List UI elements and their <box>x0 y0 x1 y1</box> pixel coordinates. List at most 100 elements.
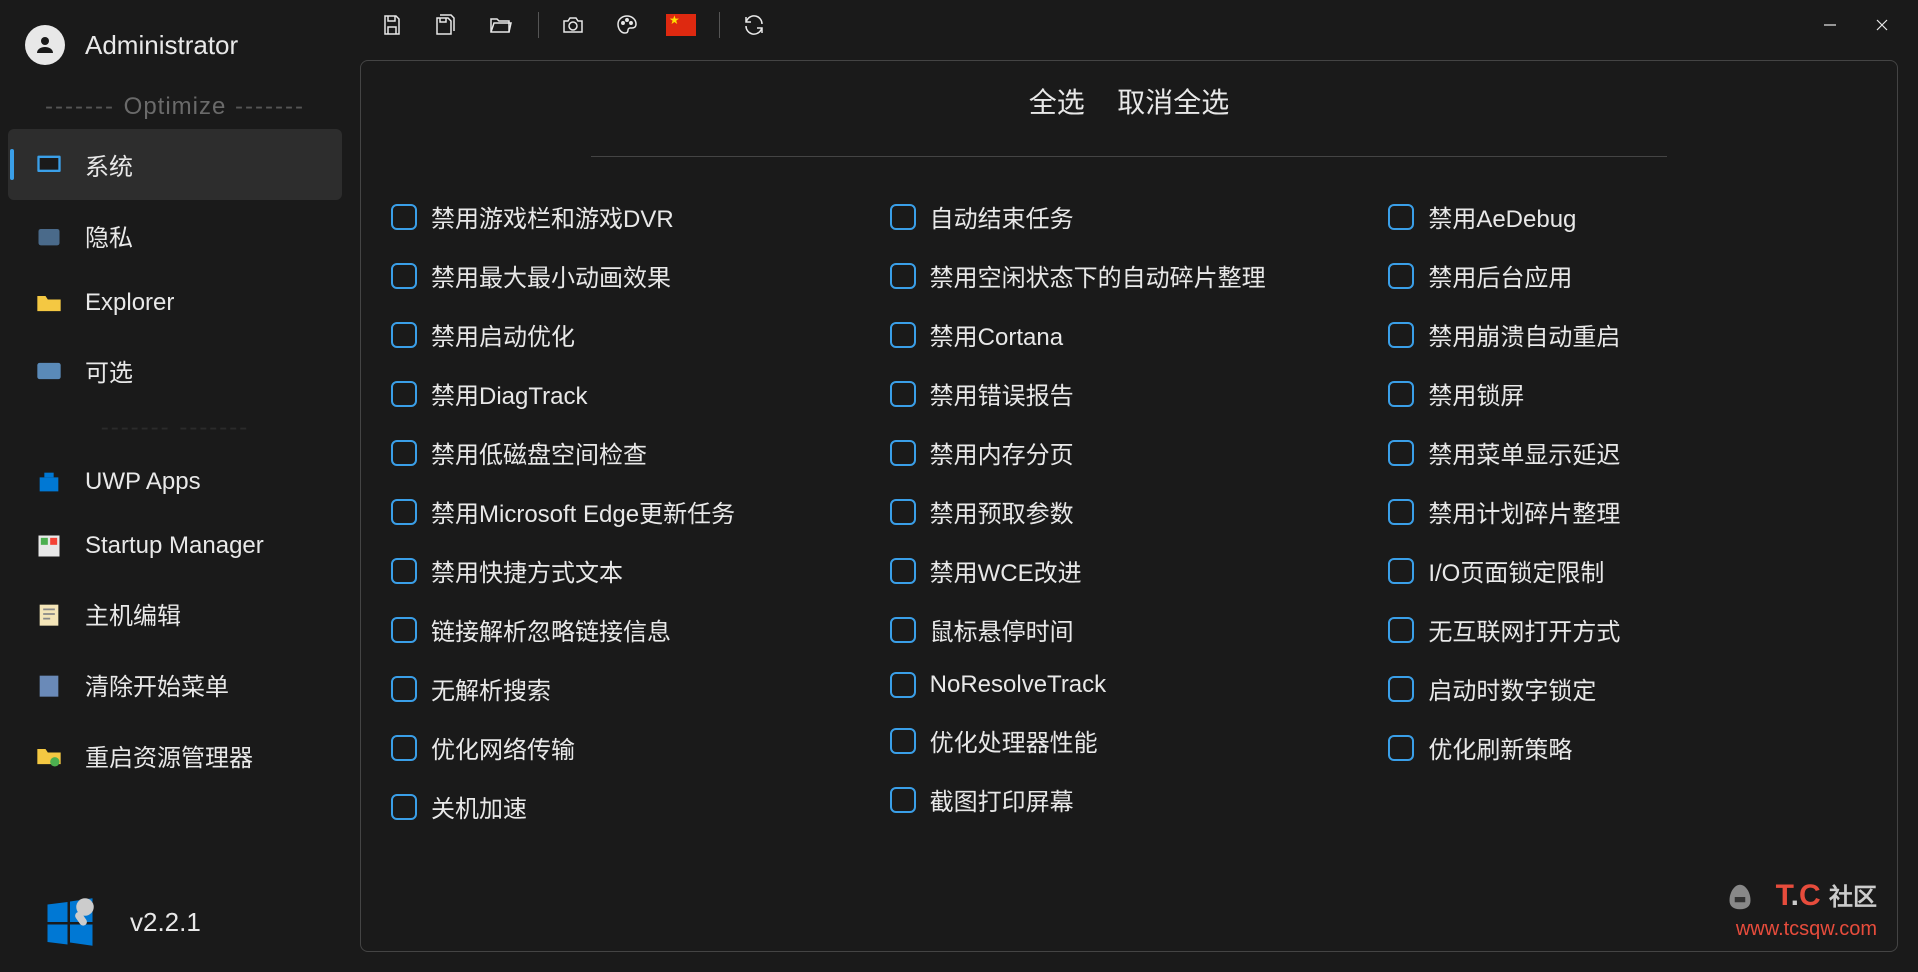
option-disable-low-disk-check[interactable]: 禁用低磁盘空间检查 <box>391 423 870 482</box>
nav-item-privacy[interactable]: 隐私 <box>0 200 350 271</box>
checkbox[interactable] <box>890 787 916 813</box>
option-disable-minmax-anim[interactable]: 禁用最大最小动画效果 <box>391 246 870 305</box>
nav-item-uwp-apps[interactable]: UWP Apps <box>0 450 350 514</box>
option-auto-end-tasks[interactable]: 自动结束任务 <box>890 187 1369 246</box>
option-numlock-on-boot[interactable]: 启动时数字锁定 <box>1388 659 1867 718</box>
save-button[interactable] <box>370 3 414 47</box>
option-optimize-refresh[interactable]: 优化刷新策略 <box>1388 718 1867 777</box>
checkbox[interactable] <box>391 735 417 761</box>
option-label: NoResolveTrack <box>930 671 1107 699</box>
checkbox[interactable] <box>391 322 417 348</box>
option-optimize-processor[interactable]: 优化处理器性能 <box>890 711 1369 770</box>
checkbox[interactable] <box>1388 676 1414 702</box>
option-disable-prefetch[interactable]: 禁用预取参数 <box>890 482 1369 541</box>
nav-item-system[interactable]: 系统 <box>8 129 342 200</box>
option-disable-boot-opt[interactable]: 禁用启动优化 <box>391 305 870 364</box>
checkbox[interactable] <box>890 204 916 230</box>
checkbox[interactable] <box>1388 558 1414 584</box>
checkbox[interactable] <box>1388 440 1414 466</box>
nav-label: 清除开始菜单 <box>85 667 229 702</box>
checkbox[interactable] <box>1388 381 1414 407</box>
option-disable-aedebug[interactable]: 禁用AeDebug <box>1388 187 1867 246</box>
nav-item-explorer[interactable]: Explorer <box>0 271 350 335</box>
language-button[interactable] <box>659 3 703 47</box>
option-disable-diagtrack[interactable]: 禁用DiagTrack <box>391 364 870 423</box>
option-disable-background-apps[interactable]: 禁用后台应用 <box>1388 246 1867 305</box>
option-disable-error-report[interactable]: 禁用错误报告 <box>890 364 1369 423</box>
checkbox[interactable] <box>1388 735 1414 761</box>
checkbox[interactable] <box>890 617 916 643</box>
select-all-button[interactable]: 全选 <box>1029 87 1085 118</box>
checkbox[interactable] <box>890 440 916 466</box>
option-label: 禁用错误报告 <box>930 376 1074 411</box>
option-label: 禁用Microsoft Edge更新任务 <box>431 494 735 529</box>
checkbox[interactable] <box>1388 617 1414 643</box>
checkbox[interactable] <box>890 728 916 754</box>
option-link-resolve-ignore[interactable]: 链接解析忽略链接信息 <box>391 600 870 659</box>
minimize-button[interactable] <box>1804 3 1856 47</box>
nav-item-optional[interactable]: 可选 <box>0 335 350 406</box>
option-disable-crash-restart[interactable]: 禁用崩溃自动重启 <box>1388 305 1867 364</box>
nav-item-restart-explorer[interactable]: 重启资源管理器 <box>0 720 350 791</box>
option-disable-menu-delay[interactable]: 禁用菜单显示延迟 <box>1388 423 1867 482</box>
edit-icon <box>35 600 63 628</box>
open-button[interactable] <box>478 3 522 47</box>
option-disable-paging[interactable]: 禁用内存分页 <box>890 423 1369 482</box>
checkbox[interactable] <box>890 499 916 525</box>
window-controls <box>1804 3 1908 47</box>
option-label: 禁用锁屏 <box>1428 376 1524 411</box>
watermark-c: C <box>1799 879 1821 912</box>
checkbox[interactable] <box>391 617 417 643</box>
save-all-button[interactable] <box>424 3 468 47</box>
option-disable-shortcut-text[interactable]: 禁用快捷方式文本 <box>391 541 870 600</box>
option-label: 禁用预取参数 <box>930 494 1074 529</box>
option-disable-edge-update[interactable]: 禁用Microsoft Edge更新任务 <box>391 482 870 541</box>
option-no-resolve-search[interactable]: 无解析搜索 <box>391 659 870 718</box>
checkbox[interactable] <box>890 558 916 584</box>
close-button[interactable] <box>1856 3 1908 47</box>
checkbox[interactable] <box>391 499 417 525</box>
option-screenshot-printscreen[interactable]: 截图打印屏幕 <box>890 770 1369 829</box>
refresh-button[interactable] <box>732 3 776 47</box>
option-label: 禁用计划碎片整理 <box>1428 494 1620 529</box>
option-mouse-hover-time[interactable]: 鼠标悬停时间 <box>890 600 1369 659</box>
nav-list-optimize: 系统 隐私 Explorer 可选 <box>0 129 350 406</box>
helmet-icon <box>1719 876 1761 918</box>
option-label: 禁用菜单显示延迟 <box>1428 435 1620 470</box>
option-io-page-lock-limit[interactable]: I/O页面锁定限制 <box>1388 541 1867 600</box>
checkbox[interactable] <box>391 381 417 407</box>
options-column-3: 禁用AeDebug 禁用后台应用 禁用崩溃自动重启 禁用锁屏 禁用菜单显示延迟 … <box>1388 187 1867 836</box>
nav-item-startup-manager[interactable]: Startup Manager <box>0 514 350 578</box>
checkbox[interactable] <box>391 204 417 230</box>
theme-button[interactable] <box>605 3 649 47</box>
option-disable-wce[interactable]: 禁用WCE改进 <box>890 541 1369 600</box>
nav-item-clear-start[interactable]: 清除开始菜单 <box>0 649 350 720</box>
checkbox[interactable] <box>391 676 417 702</box>
checkbox[interactable] <box>391 558 417 584</box>
option-disable-lockscreen[interactable]: 禁用锁屏 <box>1388 364 1867 423</box>
option-disable-game-bar[interactable]: 禁用游戏栏和游戏DVR <box>391 187 870 246</box>
checkbox[interactable] <box>1388 499 1414 525</box>
checkbox[interactable] <box>391 440 417 466</box>
checkbox[interactable] <box>1388 322 1414 348</box>
checkbox[interactable] <box>391 794 417 820</box>
option-disable-cortana[interactable]: 禁用Cortana <box>890 305 1369 364</box>
option-disable-idle-defrag[interactable]: 禁用空闲状态下的自动碎片整理 <box>890 246 1369 305</box>
screenshot-button[interactable] <box>551 3 595 47</box>
nav-item-host-edit[interactable]: 主机编辑 <box>0 578 350 649</box>
option-disable-scheduled-defrag[interactable]: 禁用计划碎片整理 <box>1388 482 1867 541</box>
deselect-all-button[interactable]: 取消全选 <box>1117 87 1229 118</box>
option-no-resolve-track[interactable]: NoResolveTrack <box>890 659 1369 711</box>
checkbox[interactable] <box>391 263 417 289</box>
checkbox[interactable] <box>890 322 916 348</box>
checkbox[interactable] <box>890 263 916 289</box>
option-shutdown-speedup[interactable]: 关机加速 <box>391 777 870 836</box>
checkbox[interactable] <box>890 672 916 698</box>
checkbox[interactable] <box>1388 263 1414 289</box>
checkbox[interactable] <box>890 381 916 407</box>
option-no-internet-open-with[interactable]: 无互联网打开方式 <box>1388 600 1867 659</box>
checkbox[interactable] <box>1388 204 1414 230</box>
option-optimize-network[interactable]: 优化网络传输 <box>391 718 870 777</box>
section-maintenance-label <box>0 406 350 450</box>
nav-label: 系统 <box>85 147 133 182</box>
